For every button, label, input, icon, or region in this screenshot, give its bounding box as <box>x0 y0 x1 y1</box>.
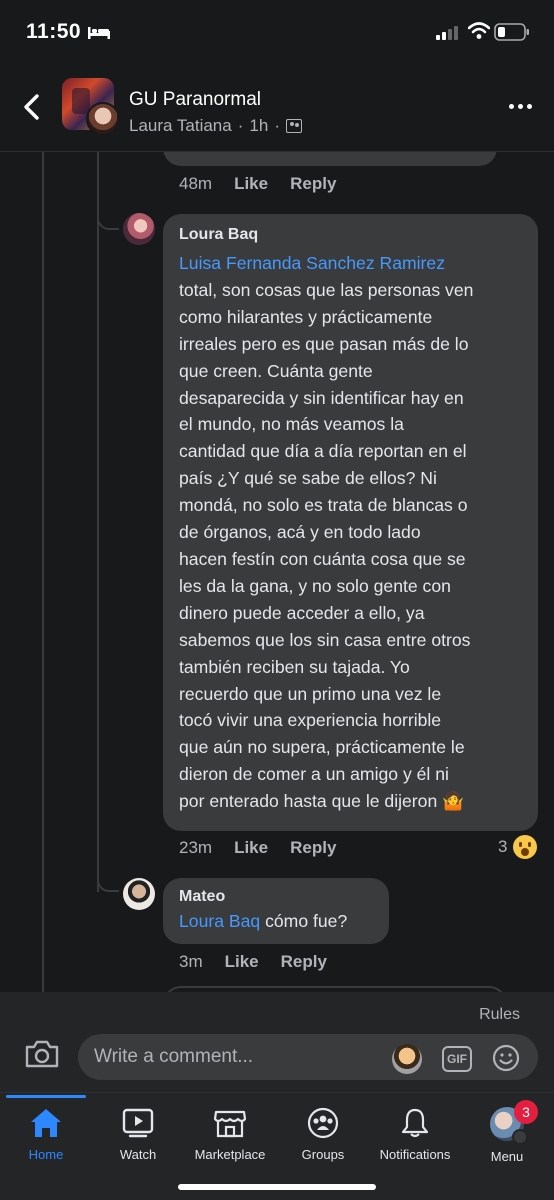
comment-line: que aún no supera, prácticamente le <box>179 737 465 758</box>
watch-icon <box>122 1108 154 1138</box>
reaction-summary[interactable]: 3 <box>498 835 538 859</box>
comment-line: cómo fue? <box>260 911 348 931</box>
status-time: 11:50 <box>26 20 82 43</box>
comment-line: irreales pero es que pasan más de lo <box>179 333 469 354</box>
comment-line: que creen. Cuánta gente <box>179 360 373 381</box>
mention-link[interactable]: Loura Baq <box>179 911 260 931</box>
battery-icon <box>494 23 529 41</box>
reply-button[interactable]: Reply <box>290 838 336 858</box>
comment-composer: Rules GIF <box>0 992 554 1092</box>
post-time: 1h <box>249 116 269 135</box>
comment-line: cantidad que día a día reportan en el <box>179 441 467 462</box>
back-arrow-icon[interactable] <box>20 92 44 122</box>
marketplace-icon <box>213 1110 247 1138</box>
commenter-name[interactable]: Loura Baq <box>179 226 522 244</box>
comment-line: total, son cosas que las personas ven <box>179 279 474 300</box>
avatar-sticker-icon[interactable] <box>392 1044 422 1074</box>
cellular-signal-icon <box>436 26 458 40</box>
menu-notification-badge: 3 <box>514 1100 538 1124</box>
tab-groups[interactable]: Groups <box>277 1107 369 1167</box>
comment-actions: 23m Like Reply <box>179 838 358 858</box>
more-options-icon[interactable] <box>509 104 532 109</box>
comment-line: el mundo, no más veamos la <box>179 414 404 435</box>
tab-menu[interactable]: Menu <box>461 1107 553 1167</box>
comment-line: como hilarantes y prácticamente <box>179 306 433 327</box>
tab-label: Home <box>28 1147 64 1162</box>
wow-reaction-icon <box>513 835 538 859</box>
commenter-avatar[interactable] <box>123 213 155 245</box>
thread-line <box>42 152 44 992</box>
comment-line: sabemos que los sin casa entre otros <box>179 629 471 650</box>
comment-line: mondá, no solo es trata de blancas o <box>179 495 468 516</box>
comment-time: 48m <box>179 174 213 193</box>
reply-button[interactable]: Reply <box>290 174 336 194</box>
reaction-count: 3 <box>498 837 508 856</box>
home-icon <box>31 1109 61 1137</box>
reply-button[interactable]: Reply <box>281 952 327 972</box>
group-name[interactable]: GU Paranormal <box>129 89 261 111</box>
tab-label: Groups <box>301 1147 345 1162</box>
gif-icon[interactable]: GIF <box>442 1046 472 1072</box>
post-meta: Laura Tatiana · 1h · <box>129 116 302 136</box>
meta-separator: · <box>274 116 280 135</box>
comment-actions: 48m Like Reply <box>179 174 358 194</box>
comment-bubble: Mateo Loura Baq cómo fue? <box>163 878 389 944</box>
rules-link[interactable]: Rules <box>479 1006 520 1024</box>
commenter-name[interactable]: Mateo <box>179 888 373 906</box>
reply-connector <box>97 212 119 230</box>
comment-line: dinero puede acceder a ello, ya <box>179 602 425 623</box>
meta-separator: · <box>237 116 244 135</box>
wifi-icon <box>468 22 490 39</box>
sleep-mode-icon <box>88 27 110 39</box>
comment-line: país ¿Y qué se sabe de ellos? Ni <box>179 468 437 489</box>
author-avatar[interactable] <box>86 102 120 136</box>
comment-line: dieron de comer a un amigo y él ni <box>179 764 449 785</box>
reply-thread-line <box>97 152 99 892</box>
like-button[interactable]: Like <box>225 952 259 972</box>
comment-text: Loura Baq cómo fue? <box>179 909 373 933</box>
camera-icon[interactable] <box>24 1040 60 1068</box>
comment-line: desaparecida y sin identificar hay en <box>179 387 464 408</box>
mention-link[interactable]: Luisa Fernanda Sanchez Ramirez <box>179 250 522 277</box>
tab-home[interactable]: Home <box>0 1107 92 1167</box>
comment-text: Luisa Fernanda Sanchez Ramirez total, so… <box>179 250 522 815</box>
tab-label: Watch <box>119 1147 157 1162</box>
comment-line: hacen festín con cuánta cosa que se <box>179 548 466 569</box>
like-button[interactable]: Like <box>234 174 268 194</box>
comment-time: 3m <box>179 952 203 971</box>
comment-line: tocó vivir una experiencia horrible <box>179 710 442 731</box>
comment-actions: 3m Like Reply <box>179 952 349 972</box>
tab-label: Menu <box>490 1149 524 1164</box>
emoji-icon[interactable] <box>492 1044 520 1072</box>
bell-icon <box>401 1108 429 1138</box>
comment-line: les da la gana, y no solo gente con <box>179 575 451 596</box>
tab-label: Marketplace <box>194 1147 266 1162</box>
groups-icon <box>307 1107 339 1139</box>
author-name[interactable]: Laura Tatiana <box>129 116 232 136</box>
comment-time: 23m <box>179 838 213 857</box>
home-indicator <box>178 1184 376 1190</box>
comment-line: por enterado hasta que le dijeron 🤷 <box>179 791 465 812</box>
post-header: GU Paranormal Laura Tatiana · 1h · <box>0 64 554 152</box>
status-bar: 11:50 <box>0 0 554 64</box>
menu-lines-icon <box>512 1129 528 1145</box>
comment-line: de órganos, acá y en todo lado <box>179 522 421 543</box>
comment-bubble: Loura Baq Luisa Fernanda Sanchez Ramirez… <box>163 214 538 831</box>
like-button[interactable]: Like <box>234 838 268 858</box>
group-privacy-icon <box>285 119 302 133</box>
tab-watch[interactable]: Watch <box>92 1107 184 1167</box>
commenter-avatar[interactable] <box>123 878 155 910</box>
comment-line: también reciben su tajada. Yo <box>179 656 410 677</box>
tab-notifications[interactable]: Notifications <box>369 1107 461 1167</box>
reply-connector <box>97 874 119 892</box>
active-tab-indicator <box>6 1095 86 1098</box>
comment-line: recuerdo que un primo una vez le <box>179 683 442 704</box>
tab-marketplace[interactable]: Marketplace <box>184 1107 276 1167</box>
tab-label: Notifications <box>379 1147 451 1162</box>
